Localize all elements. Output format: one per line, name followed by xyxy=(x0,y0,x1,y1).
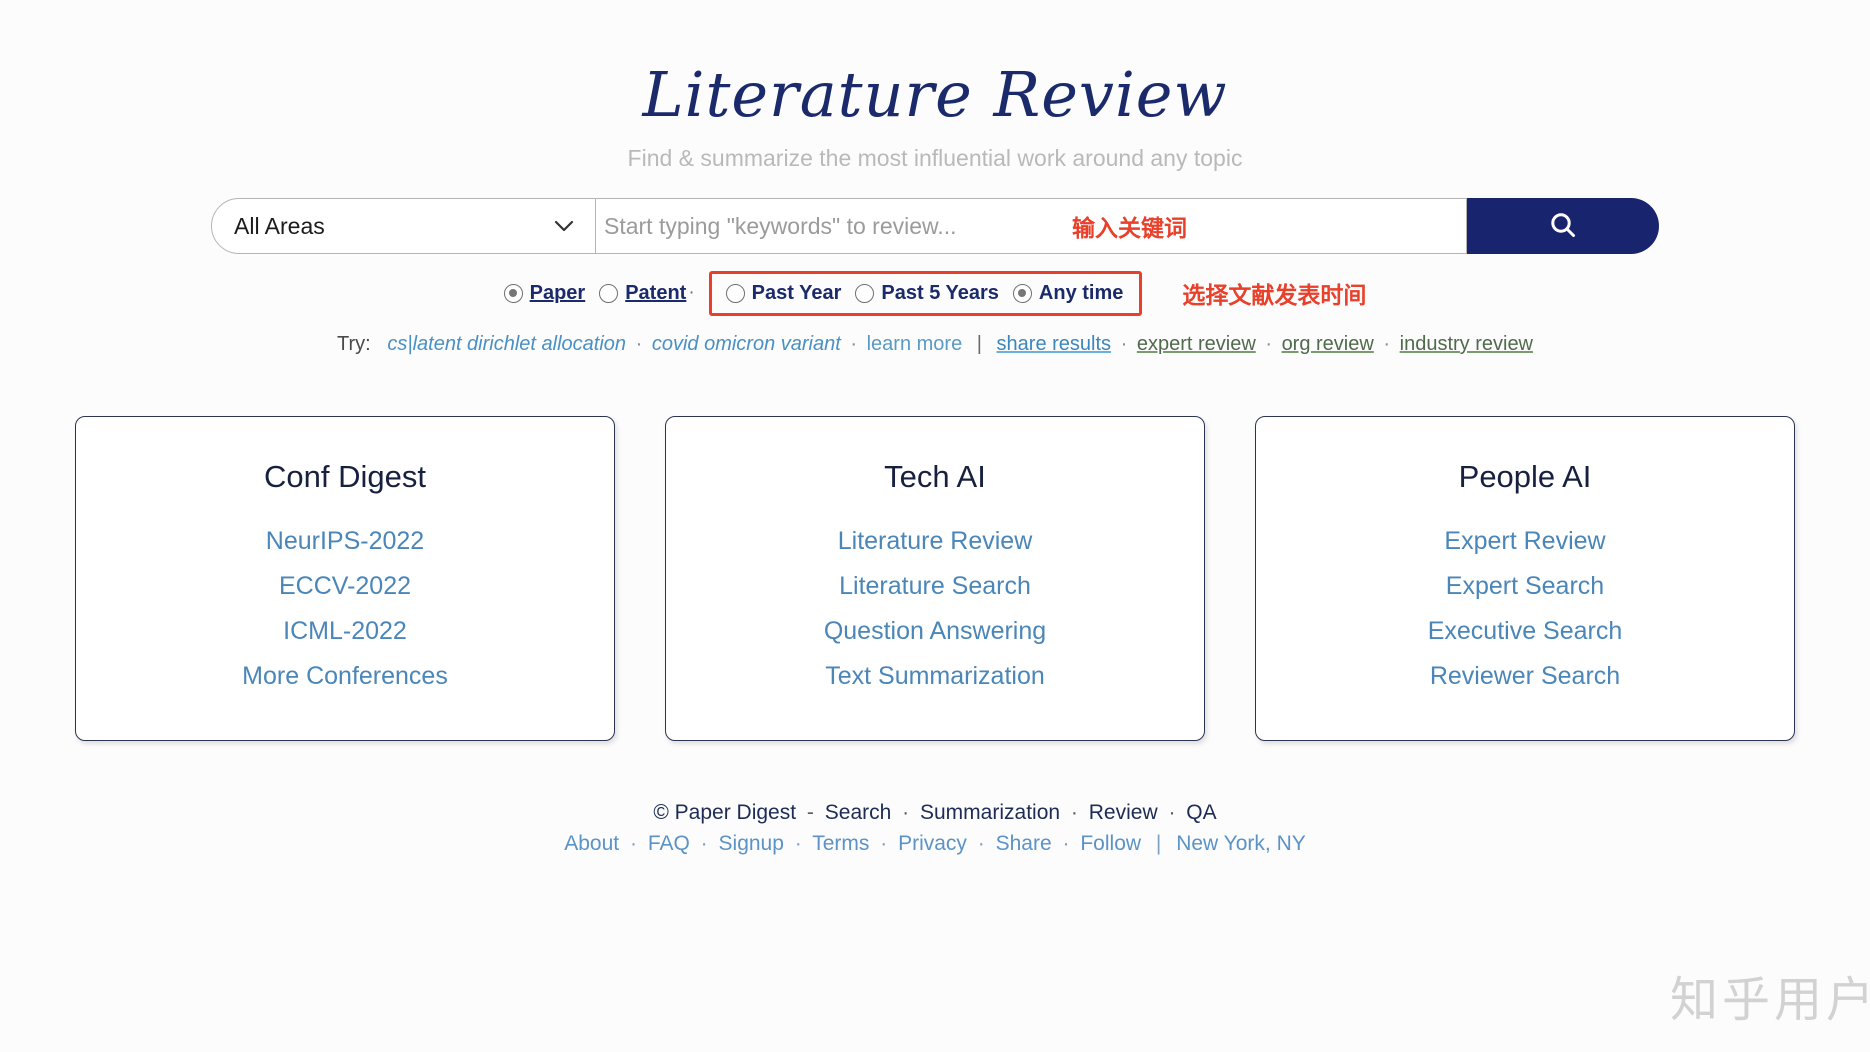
card-tech-ai: Tech AI Literature Review Literature Sea… xyxy=(665,416,1205,742)
footer-pipe: | xyxy=(1155,832,1162,856)
card-link[interactable]: Expert Search xyxy=(1446,572,1604,601)
footer-location[interactable]: New York, NY xyxy=(1176,832,1306,855)
footer-link-terms[interactable]: Terms xyxy=(812,832,869,855)
radio-past-year[interactable]: Past Year xyxy=(725,282,842,305)
footer-dot-9: · xyxy=(1062,832,1070,856)
footer-dot-7: · xyxy=(880,832,888,856)
card-link[interactable]: More Conferences xyxy=(242,662,448,691)
footer-dot-8: · xyxy=(977,832,985,856)
footer-dot-2: · xyxy=(1070,801,1078,825)
footer-services-line: © Paper Digest - Search · Summarization … xyxy=(0,801,1870,825)
page-title: Literature Review xyxy=(642,58,1228,131)
radio-paper-dot[interactable] xyxy=(503,283,523,303)
radio-patent-label[interactable]: Patent xyxy=(625,282,686,305)
page-root: Literature Review Find & summarize the m… xyxy=(0,0,1870,1052)
annotation-time-range: 选择文献发表时间 xyxy=(1182,282,1367,309)
card-title: Conf Digest xyxy=(264,459,426,495)
radio-any-time-dot[interactable] xyxy=(1012,283,1032,303)
card-title: People AI xyxy=(1458,459,1592,495)
card-link[interactable]: Question Answering xyxy=(824,617,1046,646)
try-dot-1: · xyxy=(635,333,643,356)
footer-link-signup[interactable]: Signup xyxy=(719,832,784,855)
footer-dot-4: · xyxy=(629,832,637,856)
card-conf-digest: Conf Digest NeurIPS-2022 ECCV-2022 ICML-… xyxy=(75,416,615,742)
footer-link-share[interactable]: Share xyxy=(996,832,1052,855)
filter-separator: · xyxy=(688,282,695,304)
try-row: Try: cs|latent dirichlet allocation · co… xyxy=(0,333,1870,356)
area-select[interactable]: All Areas xyxy=(211,198,596,255)
footer-dot-6: · xyxy=(794,832,802,856)
footer-dot-1: · xyxy=(902,801,910,825)
try-dot-2: · xyxy=(850,333,858,356)
area-select-wrapper[interactable]: All Areas xyxy=(211,198,596,255)
page-tagline: Find & summarize the most influential wo… xyxy=(627,145,1243,172)
footer-dash: - xyxy=(806,801,814,825)
footer: © Paper Digest - Search · Summarization … xyxy=(0,801,1870,856)
doc-type-group: Paper Patent xyxy=(503,282,686,305)
footer-copyright: © Paper Digest xyxy=(653,801,797,825)
footer-link-follow[interactable]: Follow xyxy=(1080,832,1141,855)
card-link[interactable]: Literature Review xyxy=(838,527,1033,556)
keyword-field-wrapper[interactable]: 输入关键词 xyxy=(596,198,1467,255)
org-review-link[interactable]: org review xyxy=(1282,333,1374,355)
filter-row: Paper Patent · Past Year Past 5 Years An… xyxy=(0,270,1870,316)
footer-link-faq[interactable]: FAQ xyxy=(648,832,690,855)
annotation-keyword: 输入关键词 xyxy=(1072,215,1187,242)
try-dot-3: · xyxy=(1120,333,1128,356)
radio-past-5-years[interactable]: Past 5 Years xyxy=(855,282,999,305)
search-bar: All Areas 输入关键词 xyxy=(211,198,1659,255)
try-dot-5: · xyxy=(1383,333,1391,356)
card-people-ai: People AI Expert Review Expert Search Ex… xyxy=(1255,416,1795,742)
footer-service-qa: QA xyxy=(1186,801,1217,825)
footer-service-summarization: Summarization xyxy=(920,801,1061,825)
card-link[interactable]: ICML-2022 xyxy=(283,617,407,646)
radio-patent-dot[interactable] xyxy=(599,283,619,303)
card-link[interactable]: ECCV-2022 xyxy=(279,572,411,601)
watermark: 知乎用户 xyxy=(1669,972,1870,1028)
card-grid: Conf Digest NeurIPS-2022 ECCV-2022 ICML-… xyxy=(75,416,1795,742)
card-title: Tech AI xyxy=(884,459,986,495)
radio-past-5-years-label[interactable]: Past 5 Years xyxy=(881,282,999,305)
footer-link-privacy[interactable]: Privacy xyxy=(898,832,967,855)
try-example-1[interactable]: cs|latent dirichlet allocation xyxy=(387,333,626,355)
radio-any-time-label[interactable]: Any time xyxy=(1039,282,1123,305)
card-link[interactable]: Executive Search xyxy=(1428,617,1623,646)
radio-patent[interactable]: Patent xyxy=(599,282,686,305)
industry-review-link[interactable]: industry review xyxy=(1400,333,1533,355)
card-link[interactable]: Literature Search xyxy=(839,572,1031,601)
radio-paper[interactable]: Paper xyxy=(503,282,586,305)
footer-service-review: Review xyxy=(1088,801,1158,825)
card-link[interactable]: Text Summarization xyxy=(825,662,1045,691)
footer-dot-5: · xyxy=(700,832,708,856)
radio-any-time[interactable]: Any time xyxy=(1012,282,1123,305)
try-pipe: | xyxy=(976,333,982,356)
expert-review-link[interactable]: expert review xyxy=(1137,333,1256,355)
share-results-link[interactable]: share results xyxy=(997,333,1112,355)
search-icon xyxy=(1548,210,1578,243)
try-label: Try: xyxy=(336,333,371,356)
time-range-group: Past Year Past 5 Years Any time xyxy=(708,270,1143,316)
footer-dot-3: · xyxy=(1168,801,1176,825)
card-link[interactable]: Expert Review xyxy=(1444,527,1605,556)
card-link[interactable]: Reviewer Search xyxy=(1430,662,1620,691)
search-input[interactable] xyxy=(596,211,1066,241)
radio-past-year-dot[interactable] xyxy=(725,283,745,303)
learn-more-link[interactable]: learn more xyxy=(867,333,963,355)
search-button[interactable] xyxy=(1467,198,1659,255)
card-link[interactable]: NeurIPS-2022 xyxy=(266,527,424,556)
try-example-2[interactable]: covid omicron variant xyxy=(652,333,841,355)
radio-past-year-label[interactable]: Past Year xyxy=(752,282,842,305)
radio-paper-label[interactable]: Paper xyxy=(530,282,586,305)
footer-link-about[interactable]: About xyxy=(564,832,619,855)
footer-service-search: Search xyxy=(824,801,892,825)
radio-past-5-years-dot[interactable] xyxy=(855,283,875,303)
footer-links-line: About · FAQ · Signup · Terms · Privacy ·… xyxy=(0,832,1870,856)
try-dot-4: · xyxy=(1265,333,1272,356)
